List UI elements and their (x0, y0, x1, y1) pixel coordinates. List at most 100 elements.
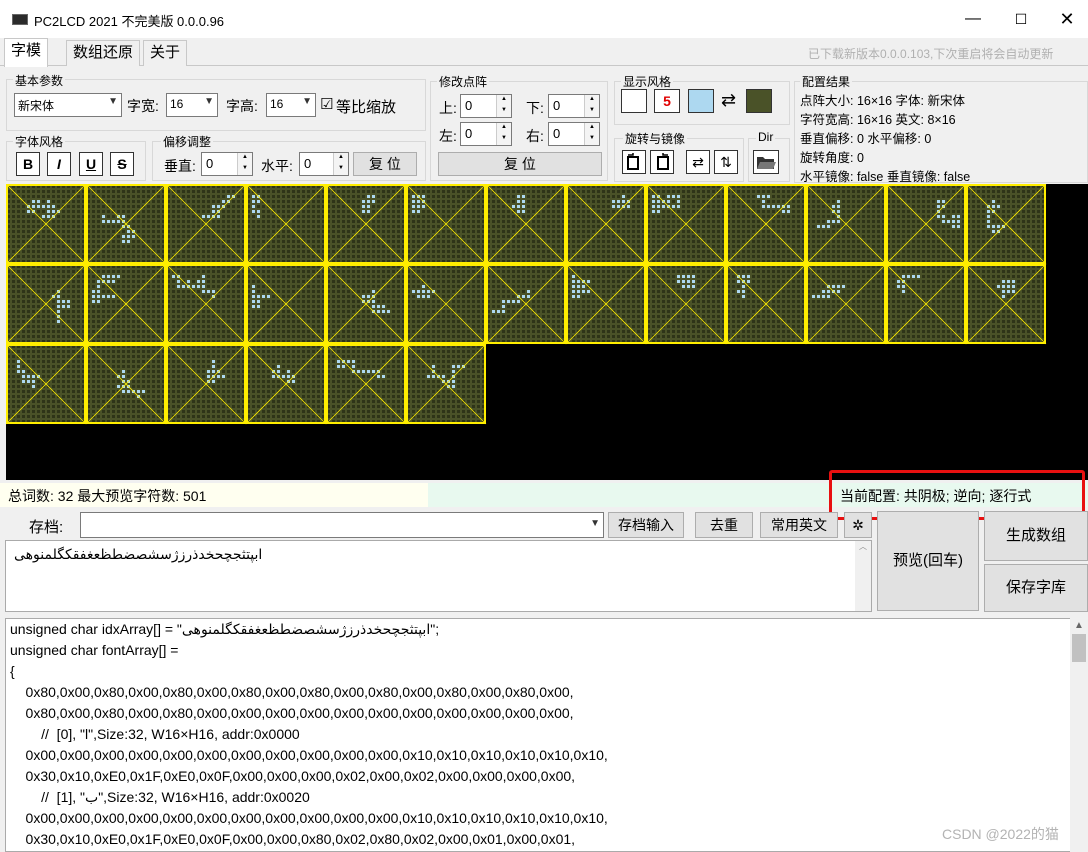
glyph-cell[interactable] (805, 263, 887, 345)
archive-input-button[interactable]: 存档输入 (608, 512, 684, 538)
glyph-cell[interactable] (165, 184, 247, 265)
input-scrollbar[interactable]: ︿ (855, 541, 871, 611)
glyph-cell[interactable] (6, 263, 87, 345)
mirror-horizontal-icon[interactable]: ⇄ (686, 150, 710, 174)
tab-array-restore[interactable]: 数组还原 (66, 40, 141, 66)
settings-gear-icon[interactable]: ✲ (844, 512, 872, 538)
glyph-cell[interactable] (725, 263, 807, 345)
config-line-4: 旋转角度: 0 (800, 151, 864, 165)
glyph-cell[interactable] (485, 263, 567, 345)
glyph-cell[interactable] (6, 184, 87, 265)
scroll-up-icon[interactable]: ▲ (1074, 620, 1084, 631)
sample-digit-swatch[interactable]: 5 (654, 89, 680, 113)
tab-font-model[interactable]: 字模 (4, 38, 49, 67)
up-stepper[interactable]: 0 ▲ ▼ (460, 94, 512, 118)
code-line: 0x30,0x10,0xE0,0x1F,0xE0,0x0F,0x00,0x00,… (10, 831, 576, 847)
stepper-up-icon[interactable]: ▲ (584, 123, 599, 134)
proportional-checkbox[interactable]: ☑ (320, 95, 333, 113)
dedupe-button[interactable]: 去重 (695, 512, 753, 538)
glyph-cell[interactable] (165, 263, 247, 345)
right-stepper[interactable]: 0 ▲ ▼ (548, 122, 600, 146)
stepper-up-icon[interactable]: ▲ (584, 95, 599, 106)
glyph-cell[interactable] (85, 343, 167, 425)
scroll-up-icon[interactable]: ︿ (855, 541, 871, 552)
strikethrough-button[interactable]: S (110, 152, 134, 176)
glyph-preview-area[interactable] (6, 184, 1088, 480)
config-result-title: 配置结果 (800, 73, 853, 90)
config-line-5: 水平镜像: false 垂直镜像: false (800, 170, 971, 184)
glyph-cell[interactable] (965, 184, 1047, 265)
stepper-down-icon[interactable]: ▼ (496, 134, 511, 145)
stepper-up-icon[interactable]: ▲ (333, 153, 348, 164)
glyph-cell[interactable] (85, 184, 167, 265)
glyph-grid (6, 184, 1047, 425)
maximize-button[interactable]: ☐ (998, 0, 1044, 38)
save-font-library-button[interactable]: 保存字库 (984, 564, 1088, 612)
left-stepper[interactable]: 0 ▲ ▼ (460, 122, 512, 146)
bold-button[interactable]: B (16, 152, 40, 176)
mirror-vertical-icon[interactable]: ⇅ (714, 150, 738, 174)
dark-color-swatch[interactable] (746, 89, 772, 113)
glyph-cell[interactable] (405, 343, 487, 425)
minimize-button[interactable]: — (950, 0, 996, 38)
rotate-left-icon[interactable] (622, 150, 646, 174)
glyph-cell[interactable] (325, 263, 407, 345)
chevron-down-icon: ▼ (204, 96, 214, 107)
code-line: // [1], "ب",Size:32, W16×H16, addr:0x002… (10, 789, 310, 805)
folder-open-icon[interactable] (753, 150, 779, 174)
glyph-cell[interactable] (6, 343, 87, 425)
bg-color-swatch[interactable] (621, 89, 647, 113)
generate-array-button[interactable]: 生成数组 (984, 511, 1088, 561)
glyph-cell[interactable] (885, 184, 967, 265)
glyph-cell[interactable] (805, 184, 887, 265)
glyph-cell[interactable] (245, 184, 327, 265)
height-select[interactable]: 16 ▼ (266, 93, 316, 117)
matrix-reset-button[interactable]: 复 位 (438, 152, 602, 176)
close-button[interactable]: ✕ (1044, 0, 1088, 38)
stepper-up-icon[interactable]: ▲ (237, 153, 252, 164)
glyph-cell[interactable] (885, 263, 967, 345)
common-english-button[interactable]: 常用英文 (760, 512, 838, 538)
stepper-down-icon[interactable]: ▼ (333, 164, 348, 175)
glyph-cell[interactable] (965, 263, 1047, 345)
glyph-cell[interactable] (565, 263, 647, 345)
glyph-cell[interactable] (565, 184, 647, 265)
stepper-down-icon[interactable]: ▼ (237, 164, 252, 175)
glyph-cell[interactable] (405, 184, 487, 265)
window-title: PC2LCD 2021 不完美版 0.0.0.96 (34, 14, 225, 29)
glyph-cell[interactable] (245, 343, 327, 425)
glyph-cell[interactable] (325, 343, 407, 425)
glyph-cell[interactable] (325, 184, 407, 265)
underline-button[interactable]: U (79, 152, 103, 176)
offset-reset-button[interactable]: 复 位 (353, 152, 417, 176)
vertical-offset-stepper[interactable]: 0 ▲ ▼ (201, 152, 253, 176)
horizontal-offset-stepper[interactable]: 0 ▲ ▼ (299, 152, 349, 176)
archive-select[interactable]: ▼ (80, 512, 604, 538)
font-select[interactable]: 新宋体 ▼ (14, 93, 122, 117)
glyph-cell[interactable] (245, 263, 327, 345)
output-code-area[interactable]: unsigned char idxArray[] = "ابپتثجچحخدذر… (5, 618, 1088, 852)
proportional-label: 等比缩放 (336, 99, 397, 116)
glyph-cell[interactable] (405, 263, 487, 345)
down-stepper[interactable]: 0 ▲ ▼ (548, 94, 600, 118)
character-input[interactable]: ابپتثجچحخدذرزژسشصضطظعغفقکگلمنوهی ︿ (5, 540, 872, 612)
code-scrollbar-thumb[interactable] (1072, 634, 1086, 662)
rotate-right-icon[interactable] (650, 150, 674, 174)
glyph-cell[interactable] (645, 263, 727, 345)
fg-color-swatch[interactable] (688, 89, 714, 113)
stepper-up-icon[interactable]: ▲ (496, 95, 511, 106)
stepper-up-icon[interactable]: ▲ (496, 123, 511, 134)
glyph-cell[interactable] (485, 184, 567, 265)
italic-button[interactable]: I (47, 152, 71, 176)
glyph-cell[interactable] (85, 263, 167, 345)
glyph-cell[interactable] (165, 343, 247, 425)
width-select[interactable]: 16 ▼ (166, 93, 218, 117)
swap-colors-icon[interactable]: ⇄ (721, 90, 736, 111)
stepper-down-icon[interactable]: ▼ (584, 106, 599, 117)
stepper-down-icon[interactable]: ▼ (496, 106, 511, 117)
preview-button[interactable]: 预览(回车) (877, 511, 979, 611)
glyph-cell[interactable] (645, 184, 727, 265)
stepper-down-icon[interactable]: ▼ (584, 134, 599, 145)
tab-about[interactable]: 关于 (143, 40, 188, 66)
glyph-cell[interactable] (725, 184, 807, 265)
